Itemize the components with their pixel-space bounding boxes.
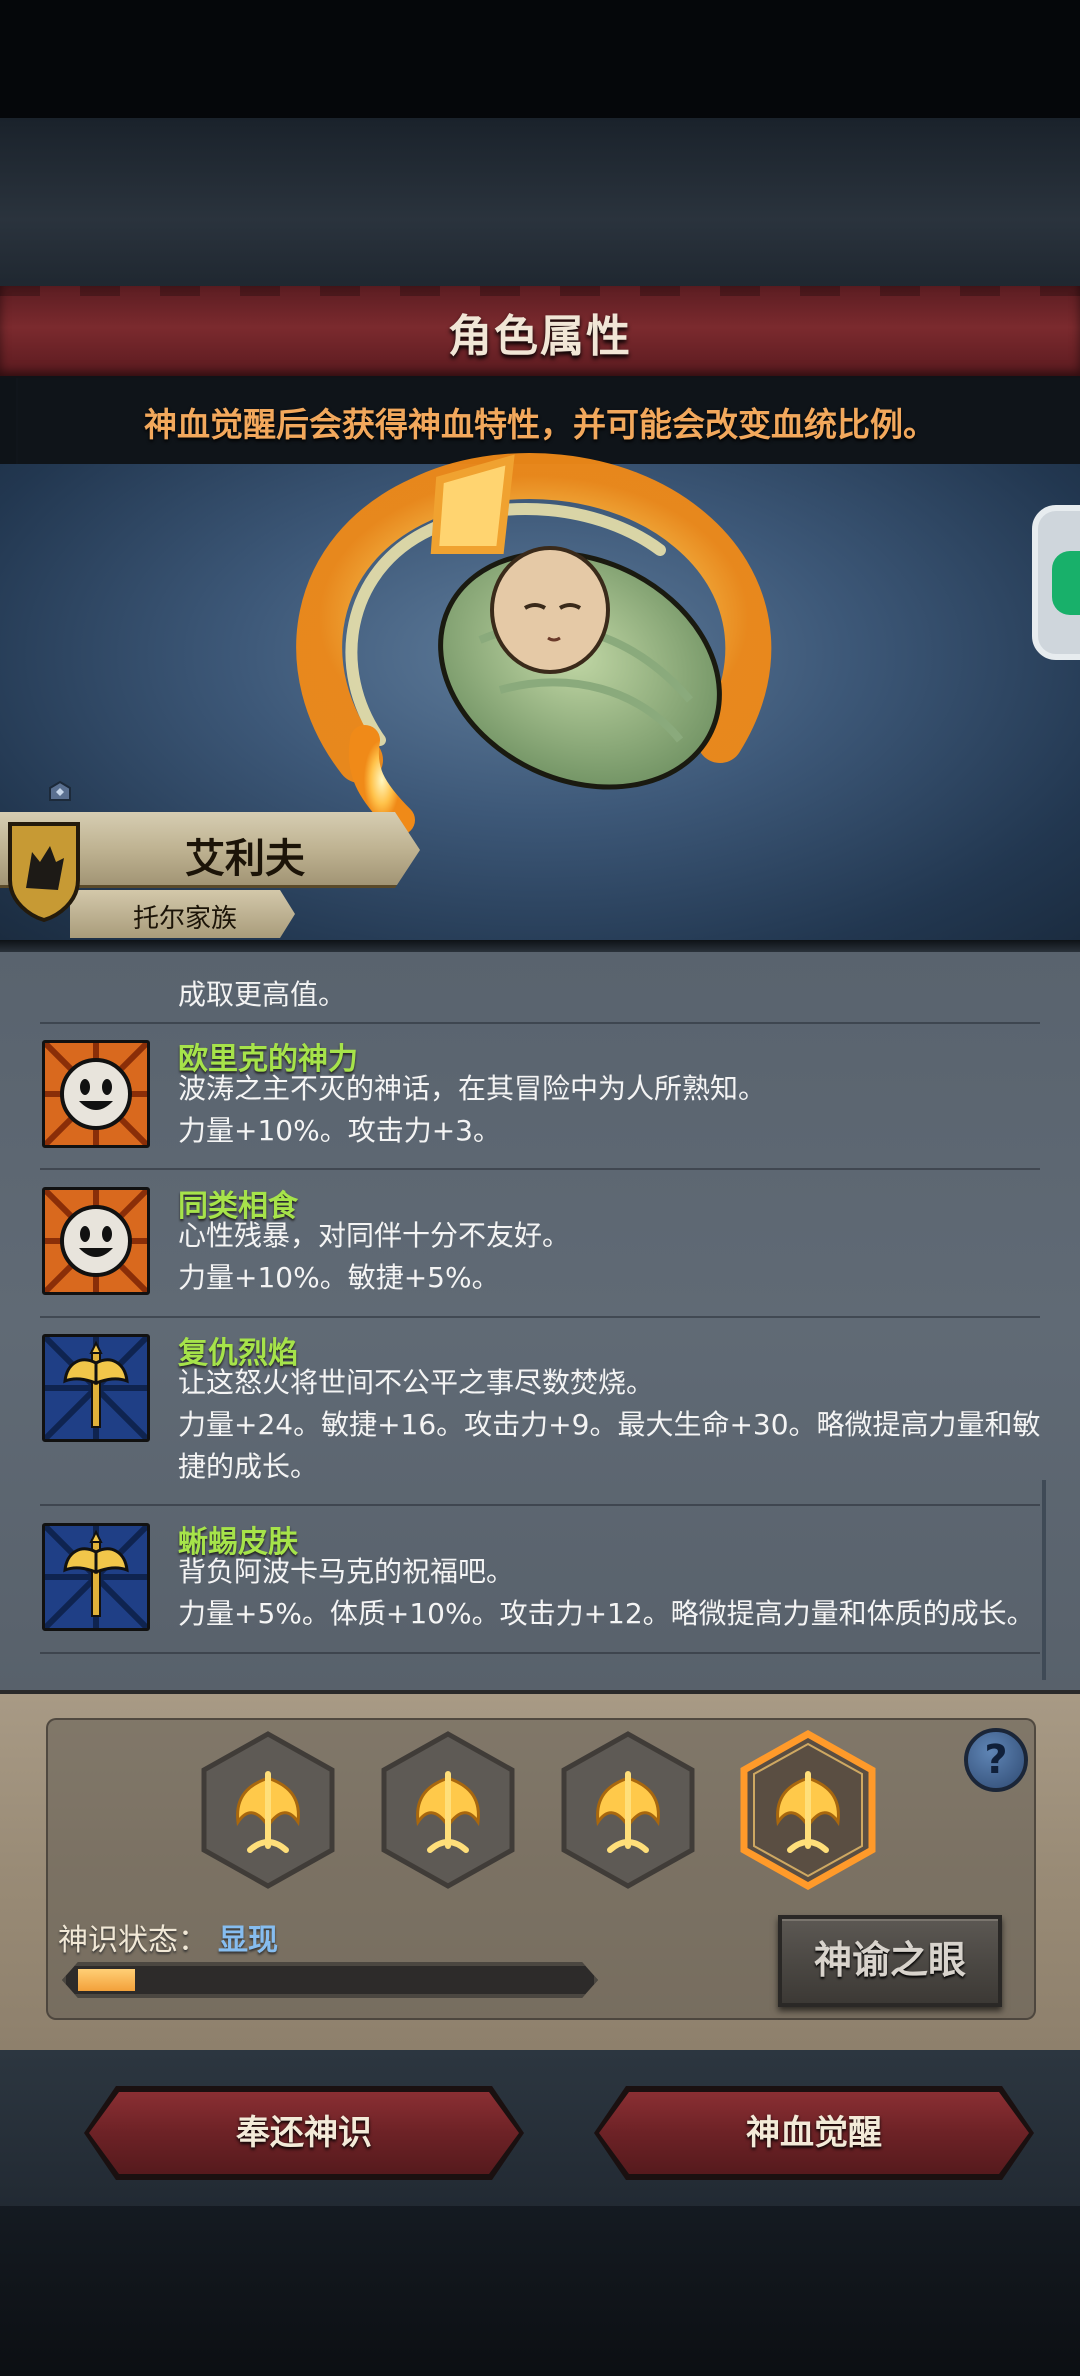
trait-effect: 力量+10%。攻击力+3。: [178, 1114, 501, 1147]
status-label: 神识状态：: [58, 1923, 208, 1958]
character-name: 艾利夫: [185, 836, 305, 882]
trait-effect-continued: 捷的成长。: [178, 1450, 319, 1483]
smiley-face-icon: [42, 1187, 150, 1295]
awaken-blood-button[interactable]: 神血觉醒: [599, 2092, 1029, 2174]
scrollbar[interactable]: [1042, 1480, 1046, 1680]
oracle-eye-button[interactable]: 神谕之眼: [778, 1915, 1002, 2007]
wolf-crest-icon: [8, 822, 80, 922]
chat-icon: [1052, 551, 1080, 615]
panel-divider: [0, 940, 1080, 952]
family-name: 托尔家族: [132, 904, 237, 934]
smiley-face-icon: [42, 1040, 150, 1148]
trait-list[interactable]: [0, 952, 1080, 1690]
return-divine-button[interactable]: 奉还神识: [89, 2092, 519, 2174]
trident-rune-icon[interactable]: [378, 1730, 518, 1890]
game-screen: { "header": { "title": "角色属性", "hint": "…: [0, 0, 1080, 2376]
trait-separator: [40, 1316, 1040, 1318]
trait-separator: [40, 1022, 1040, 1024]
trait-desc: 心性残暴，对同伴十分不友好。: [178, 1219, 571, 1252]
trait-desc: 背负阿波卡马克的祝福吧。: [178, 1555, 515, 1588]
axe-icon: [42, 1334, 150, 1442]
trait-separator: [40, 1652, 1040, 1654]
trait-desc: 波涛之主不灭的神话，在其冒险中为人所熟知。: [178, 1072, 767, 1105]
trait-desc: 让这怒火将世间不公平之事尽数焚烧。: [178, 1366, 655, 1399]
progress-fill: [78, 1969, 135, 1991]
hint-text: 神血觉醒后会获得神血特性，并可能会改变血统比例。: [144, 405, 936, 444]
trait-separator: [40, 1504, 1040, 1506]
trident-rune-icon-selected[interactable]: [738, 1730, 878, 1890]
page-title: 角色属性: [448, 311, 632, 362]
trait-effect: 力量+10%。敏捷+5%。: [178, 1261, 500, 1294]
trait-text-cutoff: 成取更高值。: [178, 978, 347, 1011]
rank-icon: [49, 780, 71, 801]
trident-rune-icon[interactable]: [558, 1730, 698, 1890]
axe-icon: [42, 1523, 150, 1631]
side-chat-button[interactable]: [1032, 505, 1080, 660]
progress-bar: [62, 1962, 598, 1998]
help-button[interactable]: ?: [964, 1728, 1028, 1792]
trait-effect: 力量+24。敏捷+16。攻击力+9。最大生命+30。略微提高力量和敏: [178, 1408, 1041, 1441]
trident-rune-icon[interactable]: [198, 1730, 338, 1890]
status-value: 显现: [218, 1923, 278, 1958]
trait-effect: 力量+5%。体质+10%。攻击力+12。略微提高力量和体质的成长。: [178, 1597, 1035, 1630]
trait-separator: [40, 1168, 1040, 1170]
